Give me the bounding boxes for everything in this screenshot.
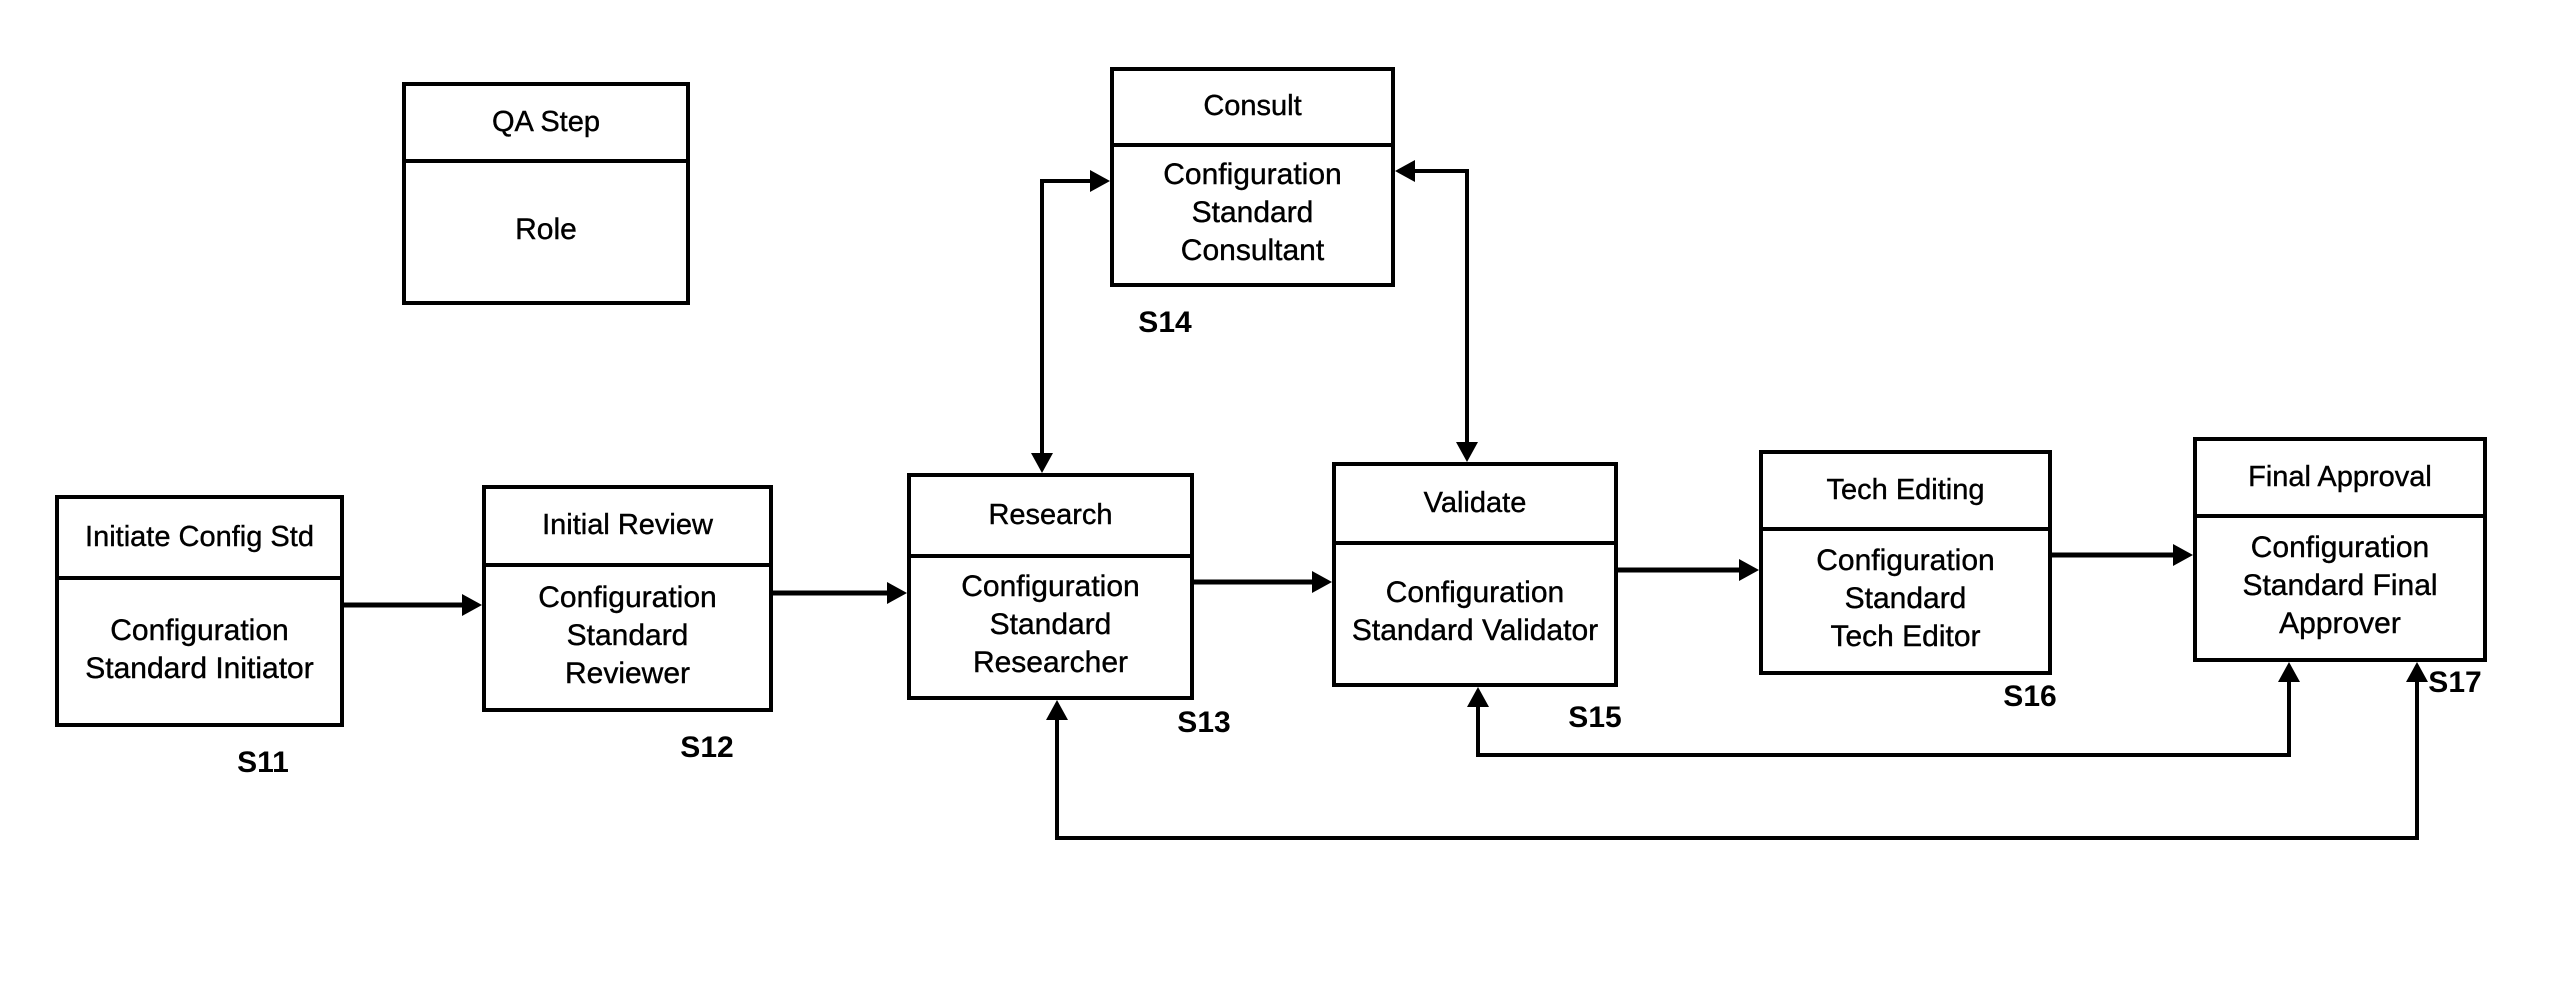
step-role-line: Configuration	[1816, 544, 1995, 577]
step-role-line: Standard Final	[2242, 569, 2438, 602]
step-id-label: S15	[1568, 701, 1622, 734]
step-id-label: S17	[2428, 666, 2482, 699]
step-id-label: S12	[680, 731, 734, 764]
step-role: Configuration Standard Reviewer	[486, 563, 769, 708]
step-header-text: Tech Editing	[1826, 473, 1985, 506]
arrow-s15-to-s16	[1618, 559, 1759, 581]
step-role: Configuration Standard Validator	[1336, 541, 1614, 683]
step-header: Validate	[1336, 466, 1614, 545]
step-role-line: Configuration	[1163, 158, 1342, 191]
step-box-s17: Final Approval Configuration Standard Fi…	[2193, 437, 2487, 662]
legend-box: QA Step Role	[402, 82, 690, 305]
step-header: Research	[911, 477, 1190, 558]
step-header-text: Initial Review	[542, 509, 713, 542]
step-box-s13: Research Configuration Standard Research…	[907, 473, 1194, 700]
step-header: Final Approval	[2197, 441, 2483, 518]
legend-header-text: QA Step	[491, 105, 600, 138]
step-role-line: Approver	[2279, 607, 2401, 640]
step-role-line: Reviewer	[564, 656, 691, 690]
step-role-line: Configuration	[1385, 576, 1565, 609]
step-box-s14: Consult Configuration Standard Consultan…	[1110, 67, 1395, 287]
arrow-s13-to-s15	[1194, 571, 1332, 593]
step-header: Initial Review	[486, 489, 769, 567]
step-role-line: Tech Editor	[1830, 620, 1981, 653]
arrow-s15-s14-bidirectional	[1395, 160, 1478, 462]
qa-process-diagram: QA Step Role Initiate Config Std Configu…	[0, 0, 2555, 1003]
step-id-label: S11	[237, 746, 289, 779]
step-id-label: S14	[1138, 306, 1192, 339]
legend-body-text: Role	[515, 213, 577, 246]
step-role-line: Standard	[566, 618, 689, 652]
step-role-line: Configuration	[538, 580, 717, 614]
step-header: Tech Editing	[1763, 454, 2048, 531]
step-role-line: Standard	[1844, 582, 1967, 615]
step-header: Consult	[1114, 71, 1391, 147]
arrow-s12-to-s13	[773, 582, 907, 604]
step-role-line: Standard Validator	[1351, 614, 1599, 647]
arrow-s11-to-s12	[344, 594, 482, 616]
step-role-line: Consultant	[1180, 234, 1325, 267]
step-header-text: Validate	[1423, 486, 1527, 519]
step-role: Configuration Standard Consultant	[1114, 143, 1391, 283]
step-id-label: S13	[1177, 706, 1231, 739]
step-header: Initiate Config Std	[59, 499, 340, 580]
arrow-s13-s14-bidirectional	[1031, 170, 1110, 473]
step-role-line: Configuration	[2250, 531, 2430, 564]
step-header-text: Research	[988, 498, 1113, 531]
step-box-s12: Initial Review Configuration Standard Re…	[482, 485, 773, 712]
step-role: Configuration Standard Researcher	[911, 554, 1190, 696]
step-header-text: Initiate Config Std	[85, 520, 314, 553]
step-role-line: Researcher	[972, 646, 1129, 679]
step-role-line: Configuration	[961, 570, 1140, 603]
step-role-line: Standard	[1191, 196, 1314, 229]
step-role-line: Standard	[989, 608, 1112, 641]
arrow-s16-to-s17	[2052, 544, 2193, 566]
legend-body: Role	[406, 159, 686, 301]
step-header-text: Consult	[1203, 90, 1302, 123]
legend-header: QA Step	[406, 86, 686, 163]
step-role: Configuration Standard Initiator	[59, 576, 340, 723]
step-role-line: Configuration	[110, 613, 289, 647]
step-role: Configuration Standard Tech Editor	[1763, 527, 2048, 671]
step-header-text: Final Approval	[2248, 460, 2432, 493]
step-box-s16: Tech Editing Configuration Standard Tech…	[1759, 450, 2052, 675]
loop-s17-to-s13	[1046, 662, 2428, 840]
step-box-s15: Validate Configuration Standard Validato…	[1332, 462, 1618, 687]
step-role: Configuration Standard Final Approver	[2197, 514, 2483, 658]
step-id-label: S16	[2003, 680, 2057, 713]
step-box-s11: Initiate Config Std Configuration Standa…	[55, 495, 344, 727]
step-role-line: Standard Initiator	[85, 651, 314, 685]
